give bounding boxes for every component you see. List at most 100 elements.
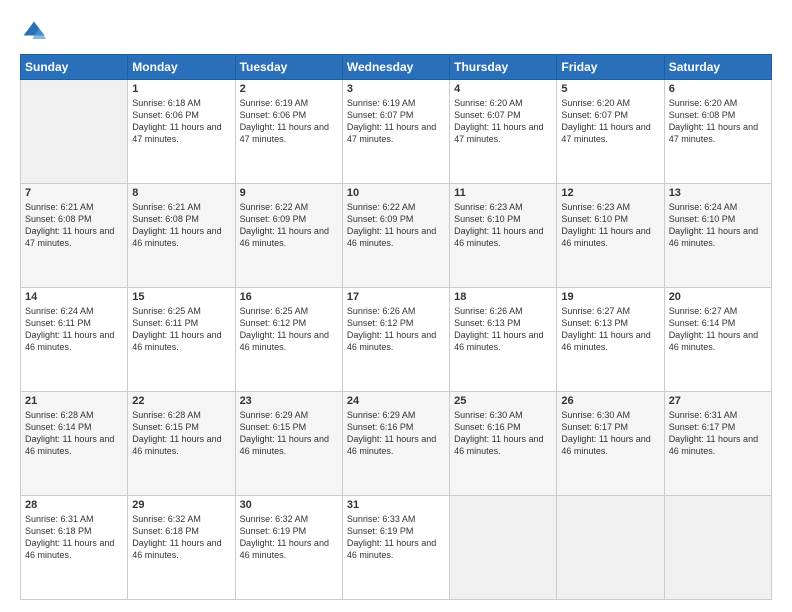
day-number: 10 <box>347 187 445 199</box>
calendar-day-cell: 8 Sunrise: 6:21 AMSunset: 6:08 PMDayligh… <box>128 184 235 288</box>
calendar-day-cell: 12 Sunrise: 6:23 AMSunset: 6:10 PMDaylig… <box>557 184 664 288</box>
day-info: Sunrise: 6:28 AMSunset: 6:15 PMDaylight:… <box>132 410 221 456</box>
calendar-day-cell: 3 Sunrise: 6:19 AMSunset: 6:07 PMDayligh… <box>342 80 449 184</box>
calendar-day-cell: 1 Sunrise: 6:18 AMSunset: 6:06 PMDayligh… <box>128 80 235 184</box>
calendar-header-row: SundayMondayTuesdayWednesdayThursdayFrid… <box>21 55 772 80</box>
calendar-day-cell: 31 Sunrise: 6:33 AMSunset: 6:19 PMDaylig… <box>342 496 449 600</box>
day-number: 13 <box>669 187 767 199</box>
calendar-day-cell: 19 Sunrise: 6:27 AMSunset: 6:13 PMDaylig… <box>557 288 664 392</box>
calendar-week-row: 28 Sunrise: 6:31 AMSunset: 6:18 PMDaylig… <box>21 496 772 600</box>
day-info: Sunrise: 6:28 AMSunset: 6:14 PMDaylight:… <box>25 410 114 456</box>
weekday-header: Saturday <box>664 55 771 80</box>
calendar-day-cell: 9 Sunrise: 6:22 AMSunset: 6:09 PMDayligh… <box>235 184 342 288</box>
day-info: Sunrise: 6:27 AMSunset: 6:13 PMDaylight:… <box>561 306 650 352</box>
calendar-day-cell: 20 Sunrise: 6:27 AMSunset: 6:14 PMDaylig… <box>664 288 771 392</box>
calendar-day-cell <box>21 80 128 184</box>
day-number: 12 <box>561 187 659 199</box>
day-info: Sunrise: 6:20 AMSunset: 6:07 PMDaylight:… <box>561 98 650 144</box>
calendar-day-cell: 7 Sunrise: 6:21 AMSunset: 6:08 PMDayligh… <box>21 184 128 288</box>
day-info: Sunrise: 6:27 AMSunset: 6:14 PMDaylight:… <box>669 306 758 352</box>
day-number: 6 <box>669 83 767 95</box>
calendar-day-cell: 28 Sunrise: 6:31 AMSunset: 6:18 PMDaylig… <box>21 496 128 600</box>
day-number: 30 <box>240 499 338 511</box>
weekday-header: Friday <box>557 55 664 80</box>
day-info: Sunrise: 6:22 AMSunset: 6:09 PMDaylight:… <box>347 202 436 248</box>
day-number: 19 <box>561 291 659 303</box>
day-info: Sunrise: 6:30 AMSunset: 6:16 PMDaylight:… <box>454 410 543 456</box>
calendar-day-cell: 29 Sunrise: 6:32 AMSunset: 6:18 PMDaylig… <box>128 496 235 600</box>
day-info: Sunrise: 6:20 AMSunset: 6:08 PMDaylight:… <box>669 98 758 144</box>
day-number: 1 <box>132 83 230 95</box>
day-info: Sunrise: 6:32 AMSunset: 6:18 PMDaylight:… <box>132 514 221 560</box>
day-info: Sunrise: 6:18 AMSunset: 6:06 PMDaylight:… <box>132 98 221 144</box>
calendar-day-cell <box>450 496 557 600</box>
day-info: Sunrise: 6:31 AMSunset: 6:18 PMDaylight:… <box>25 514 114 560</box>
calendar-day-cell: 14 Sunrise: 6:24 AMSunset: 6:11 PMDaylig… <box>21 288 128 392</box>
weekday-header: Thursday <box>450 55 557 80</box>
day-info: Sunrise: 6:24 AMSunset: 6:10 PMDaylight:… <box>669 202 758 248</box>
weekday-header: Tuesday <box>235 55 342 80</box>
calendar-day-cell <box>557 496 664 600</box>
day-number: 21 <box>25 395 123 407</box>
calendar-day-cell <box>664 496 771 600</box>
day-number: 20 <box>669 291 767 303</box>
calendar-day-cell: 15 Sunrise: 6:25 AMSunset: 6:11 PMDaylig… <box>128 288 235 392</box>
calendar-day-cell: 4 Sunrise: 6:20 AMSunset: 6:07 PMDayligh… <box>450 80 557 184</box>
day-info: Sunrise: 6:29 AMSunset: 6:15 PMDaylight:… <box>240 410 329 456</box>
day-info: Sunrise: 6:23 AMSunset: 6:10 PMDaylight:… <box>454 202 543 248</box>
day-number: 23 <box>240 395 338 407</box>
calendar-day-cell: 27 Sunrise: 6:31 AMSunset: 6:17 PMDaylig… <box>664 392 771 496</box>
calendar-day-cell: 24 Sunrise: 6:29 AMSunset: 6:16 PMDaylig… <box>342 392 449 496</box>
weekday-header: Monday <box>128 55 235 80</box>
day-number: 8 <box>132 187 230 199</box>
day-info: Sunrise: 6:32 AMSunset: 6:19 PMDaylight:… <box>240 514 329 560</box>
day-number: 15 <box>132 291 230 303</box>
day-number: 24 <box>347 395 445 407</box>
day-number: 9 <box>240 187 338 199</box>
calendar-day-cell: 30 Sunrise: 6:32 AMSunset: 6:19 PMDaylig… <box>235 496 342 600</box>
day-number: 26 <box>561 395 659 407</box>
day-number: 3 <box>347 83 445 95</box>
calendar-day-cell: 11 Sunrise: 6:23 AMSunset: 6:10 PMDaylig… <box>450 184 557 288</box>
day-number: 11 <box>454 187 552 199</box>
calendar-week-row: 7 Sunrise: 6:21 AMSunset: 6:08 PMDayligh… <box>21 184 772 288</box>
day-info: Sunrise: 6:25 AMSunset: 6:12 PMDaylight:… <box>240 306 329 352</box>
calendar-day-cell: 21 Sunrise: 6:28 AMSunset: 6:14 PMDaylig… <box>21 392 128 496</box>
day-info: Sunrise: 6:29 AMSunset: 6:16 PMDaylight:… <box>347 410 436 456</box>
calendar-day-cell: 6 Sunrise: 6:20 AMSunset: 6:08 PMDayligh… <box>664 80 771 184</box>
header <box>20 18 772 46</box>
calendar-day-cell: 2 Sunrise: 6:19 AMSunset: 6:06 PMDayligh… <box>235 80 342 184</box>
day-number: 22 <box>132 395 230 407</box>
calendar-table: SundayMondayTuesdayWednesdayThursdayFrid… <box>20 54 772 600</box>
calendar-week-row: 21 Sunrise: 6:28 AMSunset: 6:14 PMDaylig… <box>21 392 772 496</box>
page: SundayMondayTuesdayWednesdayThursdayFrid… <box>0 0 792 612</box>
calendar-day-cell: 23 Sunrise: 6:29 AMSunset: 6:15 PMDaylig… <box>235 392 342 496</box>
logo <box>20 18 52 46</box>
day-info: Sunrise: 6:19 AMSunset: 6:06 PMDaylight:… <box>240 98 329 144</box>
day-info: Sunrise: 6:20 AMSunset: 6:07 PMDaylight:… <box>454 98 543 144</box>
calendar-day-cell: 18 Sunrise: 6:26 AMSunset: 6:13 PMDaylig… <box>450 288 557 392</box>
calendar-day-cell: 17 Sunrise: 6:26 AMSunset: 6:12 PMDaylig… <box>342 288 449 392</box>
calendar-day-cell: 10 Sunrise: 6:22 AMSunset: 6:09 PMDaylig… <box>342 184 449 288</box>
calendar-week-row: 1 Sunrise: 6:18 AMSunset: 6:06 PMDayligh… <box>21 80 772 184</box>
calendar-day-cell: 26 Sunrise: 6:30 AMSunset: 6:17 PMDaylig… <box>557 392 664 496</box>
calendar-day-cell: 13 Sunrise: 6:24 AMSunset: 6:10 PMDaylig… <box>664 184 771 288</box>
day-number: 28 <box>25 499 123 511</box>
day-info: Sunrise: 6:21 AMSunset: 6:08 PMDaylight:… <box>132 202 221 248</box>
day-info: Sunrise: 6:19 AMSunset: 6:07 PMDaylight:… <box>347 98 436 144</box>
day-number: 29 <box>132 499 230 511</box>
day-number: 27 <box>669 395 767 407</box>
calendar-week-row: 14 Sunrise: 6:24 AMSunset: 6:11 PMDaylig… <box>21 288 772 392</box>
day-number: 31 <box>347 499 445 511</box>
day-info: Sunrise: 6:33 AMSunset: 6:19 PMDaylight:… <box>347 514 436 560</box>
day-info: Sunrise: 6:25 AMSunset: 6:11 PMDaylight:… <box>132 306 221 352</box>
calendar-day-cell: 5 Sunrise: 6:20 AMSunset: 6:07 PMDayligh… <box>557 80 664 184</box>
day-info: Sunrise: 6:26 AMSunset: 6:12 PMDaylight:… <box>347 306 436 352</box>
day-info: Sunrise: 6:26 AMSunset: 6:13 PMDaylight:… <box>454 306 543 352</box>
day-number: 14 <box>25 291 123 303</box>
day-number: 16 <box>240 291 338 303</box>
logo-icon <box>20 18 48 46</box>
day-number: 17 <box>347 291 445 303</box>
calendar-day-cell: 16 Sunrise: 6:25 AMSunset: 6:12 PMDaylig… <box>235 288 342 392</box>
day-number: 2 <box>240 83 338 95</box>
